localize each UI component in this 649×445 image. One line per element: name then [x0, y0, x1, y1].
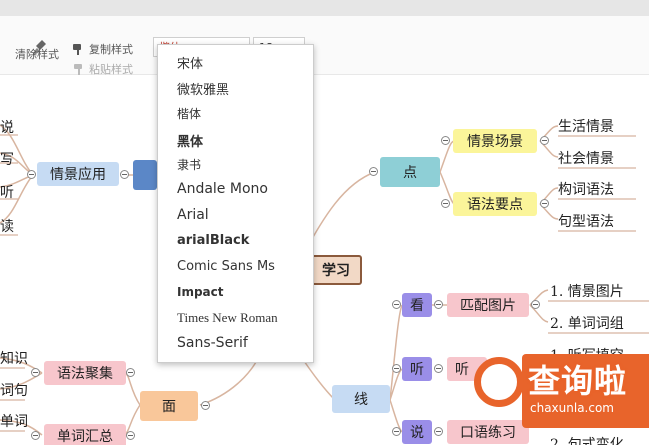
- toolbar: 清除样式 复制样式 粘贴样式 楷体 18: [0, 16, 649, 76]
- collapse-toggle[interactable]: [434, 300, 443, 309]
- top-strip: [0, 0, 649, 16]
- node-xian[interactable]: 线: [332, 385, 390, 413]
- leaf-danci-cizu[interactable]: 2. 单词词组: [550, 313, 624, 333]
- leaf-ting[interactable]: 听: [0, 182, 14, 202]
- collapse-toggle[interactable]: [31, 431, 40, 440]
- collapse-toggle[interactable]: [434, 427, 443, 436]
- font-option-sans-serif[interactable]: Sans-Serif: [177, 335, 248, 351]
- font-option-kaiti[interactable]: 楷体: [177, 105, 201, 122]
- chaxunla-watermark: 查询啦 chaxunla.com: [470, 352, 649, 445]
- node-qingjing-yingyong[interactable]: 情景应用: [37, 162, 119, 186]
- font-option-impact[interactable]: Impact: [177, 285, 224, 299]
- collapse-toggle[interactable]: [120, 170, 129, 179]
- font-option-songti[interactable]: 宋体: [177, 53, 203, 72]
- paste-format-icon: [74, 64, 82, 75]
- leaf-zhishi[interactable]: 知识: [0, 348, 28, 368]
- collapse-toggle[interactable]: [31, 368, 40, 377]
- collapse-toggle[interactable]: [392, 364, 401, 373]
- collapse-toggle[interactable]: [201, 401, 210, 410]
- leaf-tupian[interactable]: 1. 情景图片: [550, 281, 624, 301]
- collapse-toggle[interactable]: [441, 199, 450, 208]
- font-option-arial[interactable]: Arial: [177, 207, 209, 223]
- collapse-toggle[interactable]: [392, 427, 401, 436]
- node-qingjing-changjing[interactable]: 情景场景: [453, 129, 537, 153]
- collapse-toggle[interactable]: [126, 368, 135, 377]
- clear-style-label: 清除样式: [15, 48, 59, 61]
- copy-style-label: 复制样式: [89, 43, 133, 56]
- font-option-comic-sans[interactable]: Comic Sans Ms: [177, 259, 275, 274]
- leaf-shenghuo-qingjing[interactable]: 生活情景: [558, 116, 614, 136]
- collapse-toggle[interactable]: [434, 364, 443, 373]
- copy-style-button[interactable]: 复制样式: [72, 41, 133, 57]
- clear-style-button[interactable]: 清除样式: [15, 46, 59, 62]
- collapse-toggle[interactable]: [369, 167, 378, 176]
- leaf-juxing-yufa[interactable]: 句型语法: [558, 211, 614, 231]
- node-yufa-yaodian[interactable]: 语法要点: [453, 192, 537, 216]
- leaf-du[interactable]: 读: [0, 216, 14, 236]
- watermark-search-icon: [474, 357, 524, 407]
- watermark-url: chaxunla.com: [530, 401, 614, 415]
- collapse-toggle[interactable]: [392, 300, 401, 309]
- font-option-weiruan-yahei[interactable]: 微软雅黑: [177, 79, 229, 98]
- node-kan[interactable]: 看: [402, 293, 432, 317]
- node-pipei-tupian[interactable]: 匹配图片: [447, 293, 529, 317]
- node-danci-huizong[interactable]: 单词汇总: [44, 424, 126, 445]
- collapse-toggle[interactable]: [27, 170, 36, 179]
- node-yufa-jujiao[interactable]: 语法聚集: [44, 361, 126, 385]
- copy-format-icon: [73, 44, 81, 55]
- leaf-shuo[interactable]: 说: [0, 117, 14, 137]
- node-hidden-branch[interactable]: [133, 160, 157, 190]
- node-mian[interactable]: 面: [140, 391, 198, 421]
- leaf-gouci-yufa[interactable]: 构词语法: [558, 179, 614, 199]
- leaf-xie[interactable]: 写: [0, 149, 14, 169]
- node-ting[interactable]: 听: [402, 357, 432, 381]
- collapse-toggle[interactable]: [126, 431, 135, 440]
- leaf-shehui-qingjing[interactable]: 社会情景: [558, 148, 614, 168]
- leaf-ciju[interactable]: 词句: [0, 380, 28, 400]
- node-shuo[interactable]: 说: [402, 420, 432, 444]
- watermark-brand: 查询啦: [528, 362, 628, 400]
- font-option-times-new-roman[interactable]: Times New Roman: [177, 310, 278, 326]
- font-option-arial-black[interactable]: arialBlack: [177, 233, 249, 248]
- collapse-toggle[interactable]: [540, 199, 549, 208]
- font-option-andale-mono[interactable]: Andale Mono: [177, 181, 268, 197]
- leaf-danci[interactable]: 单词: [0, 411, 28, 431]
- collapse-toggle[interactable]: [441, 136, 450, 145]
- font-option-lishu[interactable]: 隶书: [177, 156, 201, 173]
- node-dian[interactable]: 点: [380, 157, 440, 187]
- font-family-dropdown: 宋体 微软雅黑 楷体 黑体 隶书 Andale Mono Arial arial…: [157, 44, 314, 363]
- font-option-heiti[interactable]: 黑体: [177, 131, 203, 150]
- collapse-toggle[interactable]: [531, 300, 540, 309]
- collapse-toggle[interactable]: [540, 136, 549, 145]
